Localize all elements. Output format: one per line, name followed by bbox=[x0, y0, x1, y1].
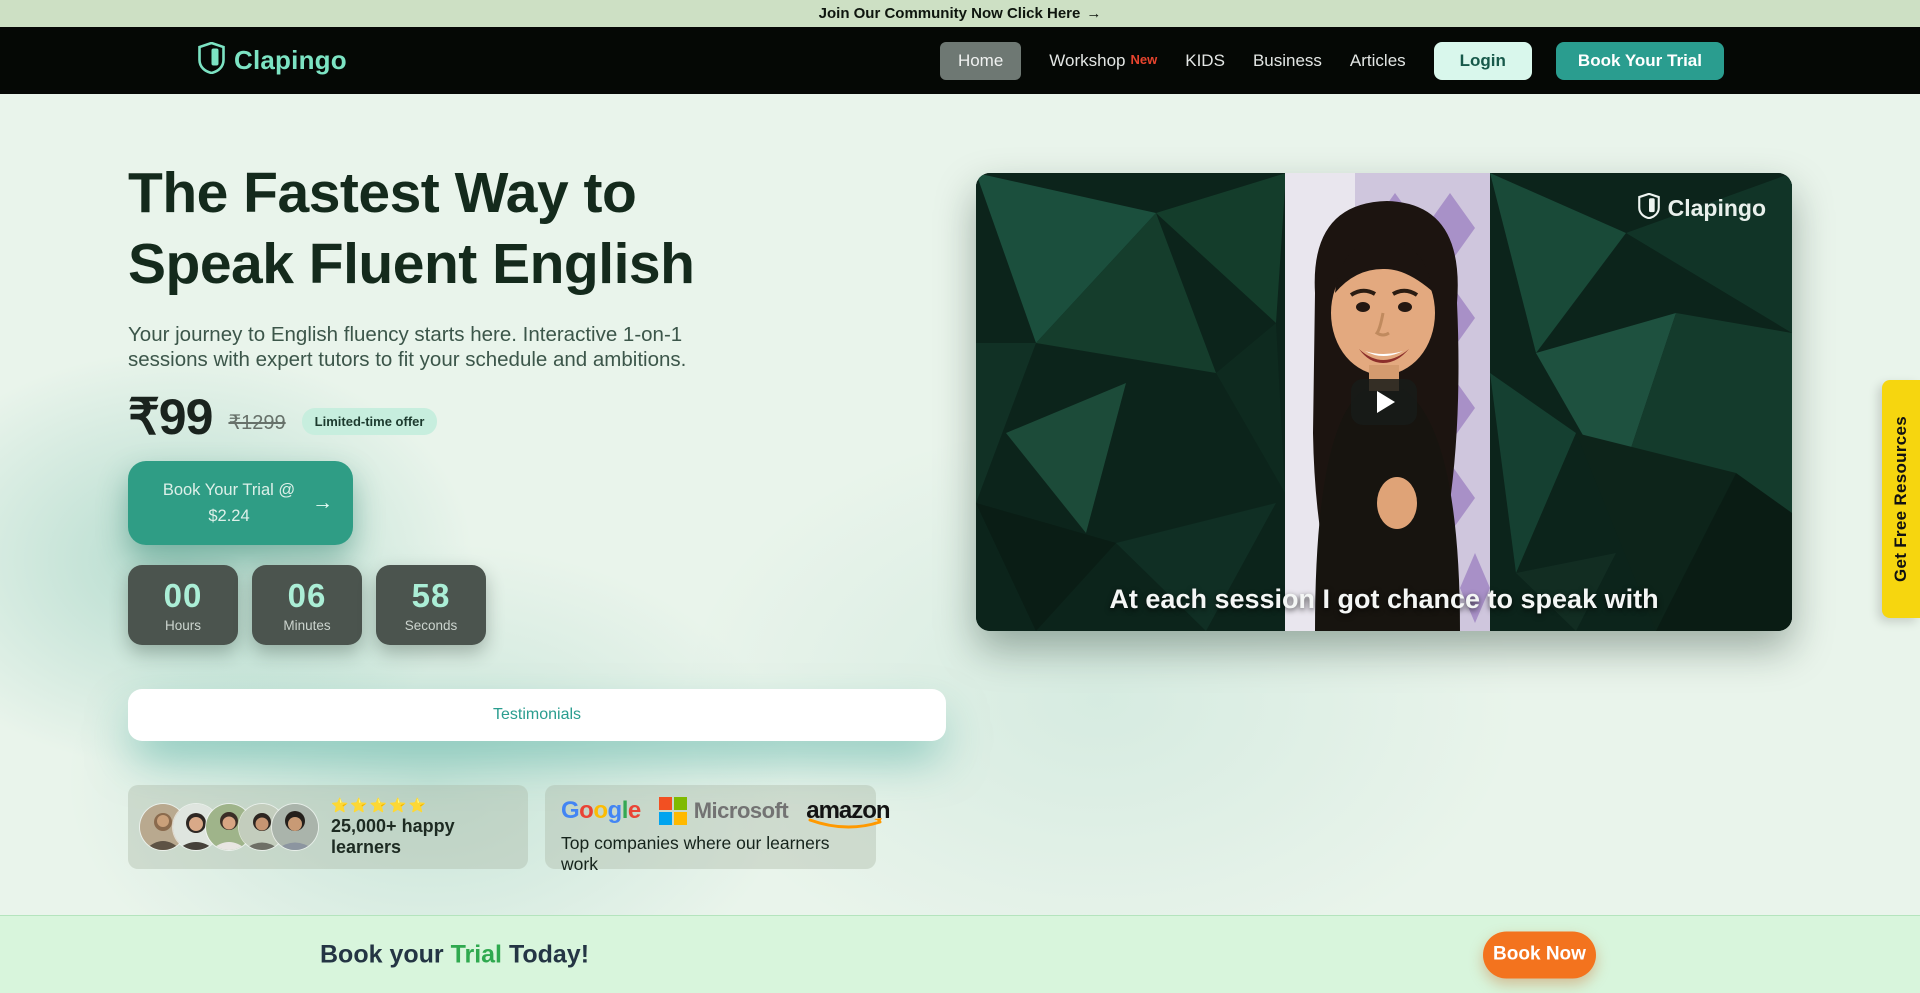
play-button[interactable] bbox=[1351, 379, 1417, 425]
shield-icon bbox=[1638, 193, 1660, 224]
learners-info: ⭐⭐⭐⭐⭐ 25,000+ happy learners bbox=[331, 797, 528, 858]
cta-line1: Book Your Trial @ bbox=[163, 481, 295, 499]
cta-line2: $2.24 bbox=[208, 507, 249, 525]
learner-avatars bbox=[140, 804, 305, 850]
minutes-label: Minutes bbox=[283, 618, 330, 633]
nav-item-business[interactable]: Business bbox=[1253, 51, 1322, 71]
free-resources-tab[interactable]: Get Free Resources bbox=[1882, 380, 1920, 618]
video-player[interactable]: Clapingo At each session I got chance to… bbox=[976, 173, 1792, 631]
shield-icon bbox=[198, 42, 225, 79]
cta-label: Book Your Trial @ $2.24 bbox=[156, 477, 302, 529]
countdown-minutes: 06 Minutes bbox=[252, 565, 362, 645]
navbar: Clapingo Home WorkshopNew KIDS Business … bbox=[0, 27, 1920, 94]
testimonials-tab[interactable]: Testimonials bbox=[128, 689, 946, 741]
video-watermark: Clapingo bbox=[1638, 193, 1766, 224]
video-caption: At each session I got chance to speak wi… bbox=[976, 584, 1792, 615]
new-badge: New bbox=[1131, 52, 1158, 67]
video-brand-name: Clapingo bbox=[1668, 195, 1766, 222]
countdown-seconds: 58 Seconds bbox=[376, 565, 486, 645]
brand-logo[interactable]: Clapingo bbox=[198, 42, 347, 79]
seconds-value: 58 bbox=[412, 577, 451, 615]
current-price: ₹99 bbox=[128, 388, 212, 446]
play-icon bbox=[1377, 391, 1395, 413]
companies-caption: Top companies where our learners work bbox=[561, 833, 860, 875]
learners-count: 25,000+ happy learners bbox=[331, 816, 528, 858]
hero-title: The Fastest Way to Speak Fluent English bbox=[128, 158, 848, 300]
bottom-text-after: Today! bbox=[502, 940, 589, 968]
bottom-text-before: Book your bbox=[320, 940, 451, 968]
company-logos: Google Microsoft amazon bbox=[561, 797, 860, 825]
bottom-cta-bar: Book your Trial Today! Book Now bbox=[0, 915, 1920, 993]
hours-value: 00 bbox=[164, 577, 203, 615]
microsoft-logo: Microsoft bbox=[659, 797, 789, 825]
price-row: ₹99 ₹1299 Limited-time offer bbox=[128, 388, 437, 446]
nav-links: Home WorkshopNew KIDS Business Articles … bbox=[940, 42, 1724, 80]
seconds-label: Seconds bbox=[405, 618, 458, 633]
google-logo: Google bbox=[561, 797, 641, 825]
happy-learners-card: ⭐⭐⭐⭐⭐ 25,000+ happy learners bbox=[128, 785, 528, 869]
free-resources-label: Get Free Resources bbox=[1891, 416, 1911, 582]
nav-item-kids[interactable]: KIDS bbox=[1185, 51, 1225, 71]
login-button[interactable]: Login bbox=[1434, 42, 1532, 80]
amazon-smile-icon bbox=[808, 817, 886, 831]
avatar bbox=[272, 804, 318, 850]
amazon-logo: amazon bbox=[806, 797, 889, 825]
microsoft-wordmark: Microsoft bbox=[694, 798, 789, 824]
arrow-right-icon: → bbox=[1086, 5, 1101, 22]
microsoft-squares-icon bbox=[659, 797, 687, 825]
offer-badge: Limited-time offer bbox=[302, 408, 438, 435]
hero-subtitle: Your journey to English fluency starts h… bbox=[128, 322, 748, 372]
community-banner-text: Join Our Community Now Click Here bbox=[819, 5, 1081, 22]
countdown-hours: 00 Hours bbox=[128, 565, 238, 645]
nav-item-home[interactable]: Home bbox=[940, 42, 1021, 80]
brand-name: Clapingo bbox=[234, 45, 347, 76]
hours-label: Hours bbox=[165, 618, 201, 633]
testimonials-label: Testimonials bbox=[493, 706, 581, 724]
arrow-right-icon: → bbox=[312, 491, 333, 515]
top-companies-card: Google Microsoft amazon Top companies wh… bbox=[545, 785, 876, 869]
minutes-value: 06 bbox=[288, 577, 327, 615]
nav-book-trial-button[interactable]: Book Your Trial bbox=[1556, 42, 1724, 80]
nav-item-workshop[interactable]: Workshop New bbox=[1049, 51, 1157, 71]
bottom-cta-text: Book your Trial Today! bbox=[320, 940, 589, 969]
hero-title-line2: Speak Fluent English bbox=[128, 232, 694, 296]
countdown-timer: 00 Hours 06 Minutes 58 Seconds bbox=[128, 565, 486, 645]
book-trial-cta-button[interactable]: Book Your Trial @ $2.24 → bbox=[128, 461, 353, 545]
bottom-text-highlight: Trial bbox=[451, 940, 502, 968]
star-rating: ⭐⭐⭐⭐⭐ bbox=[331, 797, 528, 814]
old-price: ₹1299 bbox=[228, 410, 285, 435]
nav-item-workshop-label: Workshop bbox=[1049, 51, 1125, 70]
community-banner[interactable]: Join Our Community Now Click Here → bbox=[0, 0, 1920, 27]
nav-item-articles[interactable]: Articles bbox=[1350, 51, 1406, 71]
hero-title-line1: The Fastest Way to bbox=[128, 161, 636, 225]
book-now-button[interactable]: Book Now bbox=[1483, 931, 1596, 978]
